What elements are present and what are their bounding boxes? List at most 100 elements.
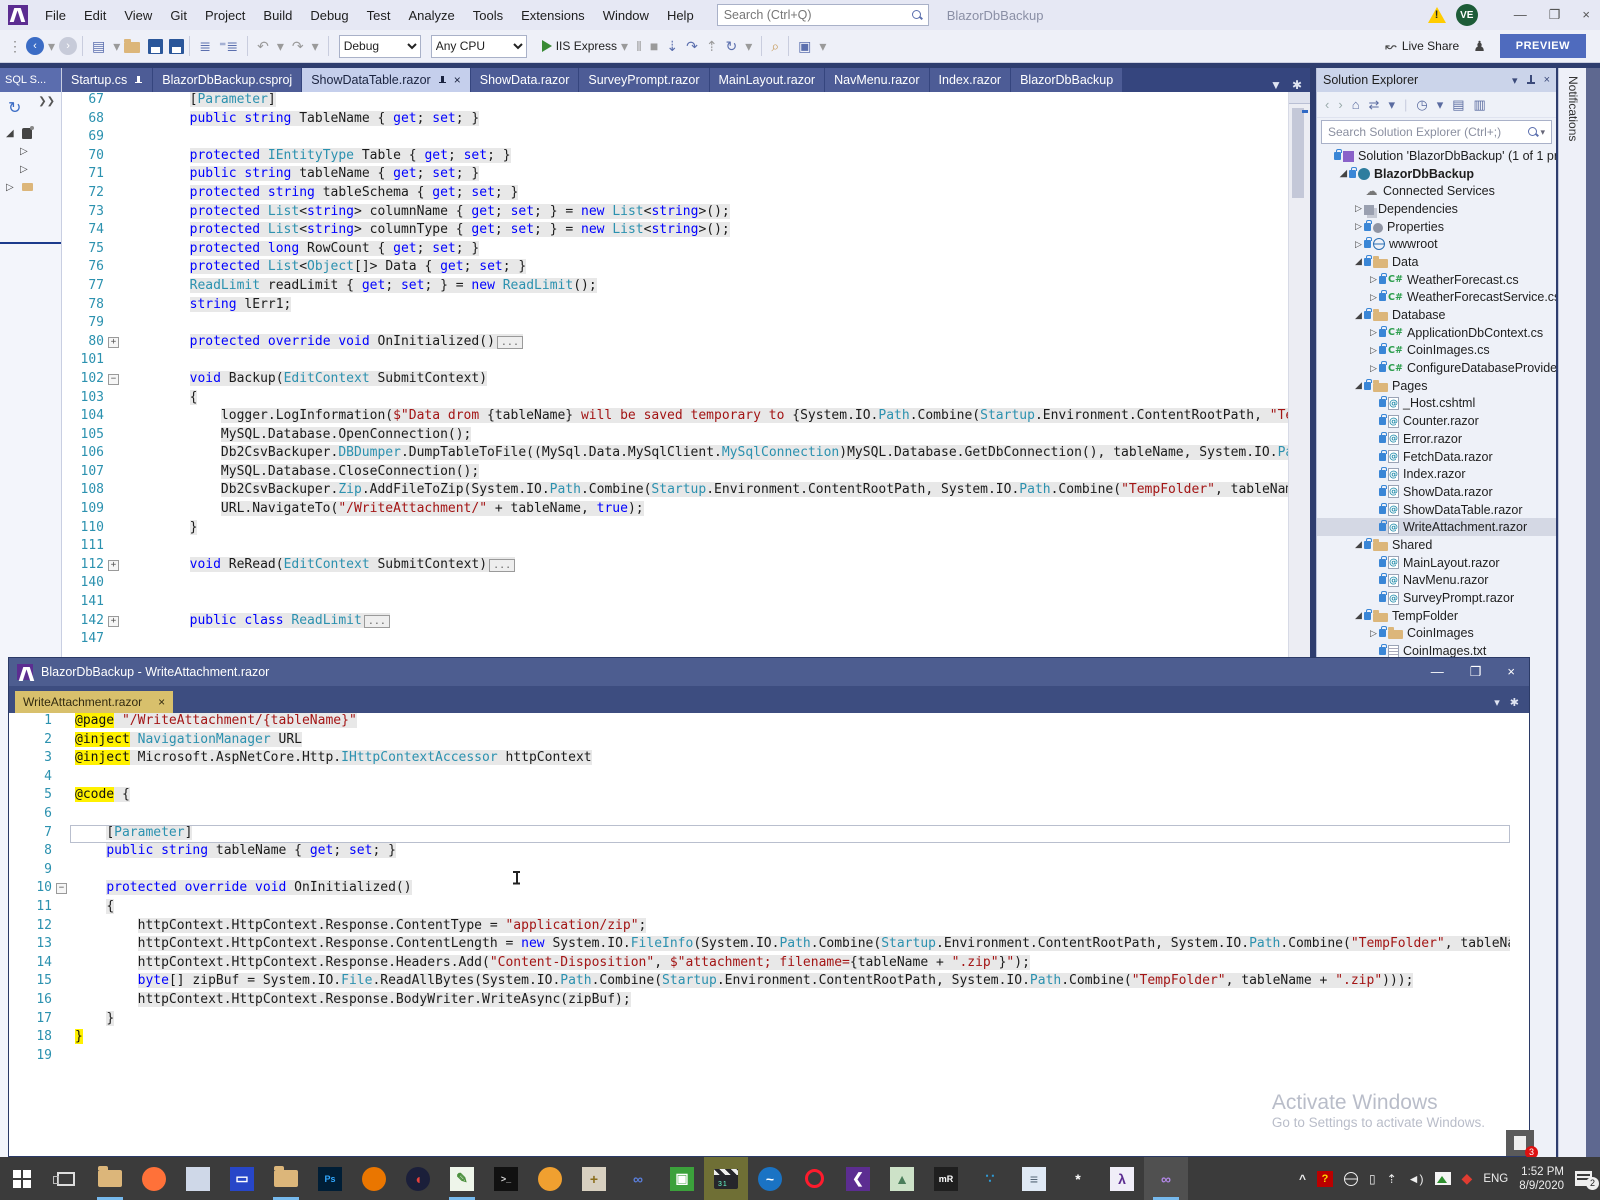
tab-pin-icon[interactable]	[134, 75, 143, 85]
fold-margin[interactable]	[108, 464, 122, 483]
tree-expander-icon[interactable]: ▷	[1353, 239, 1364, 250]
taskbar-cmd-icon[interactable]: >_	[484, 1157, 528, 1200]
back-dropdown[interactable]: ▾	[48, 38, 55, 55]
code-line-19[interactable]: 19	[10, 1048, 1510, 1067]
tree-expander-icon[interactable]: ▷	[1368, 274, 1379, 285]
tab-close-icon[interactable]: ×	[454, 73, 461, 87]
tree-item-mainlayout-razor[interactable]: @ MainLayout.razor	[1317, 554, 1556, 572]
taskbar-setup-installer-icon[interactable]: ▭	[220, 1157, 264, 1200]
scrollbar-thumb[interactable]	[1292, 108, 1304, 198]
undo-dropdown[interactable]: ▾	[277, 38, 284, 55]
code-line-9[interactable]: 9	[10, 862, 1510, 881]
taskbar-dotnet-icon[interactable]: ∞	[616, 1157, 660, 1200]
code-line-18[interactable]: 18}	[10, 1029, 1510, 1048]
se-collapse-all-icon[interactable]: ▤	[1452, 97, 1464, 113]
fold-margin[interactable]	[56, 862, 70, 881]
code-line-104[interactable]: 104 logger.LogInformation($"Data drom {t…	[62, 408, 1288, 427]
sql-tree-row[interactable]: ▷	[0, 142, 61, 160]
code-line-147[interactable]: 147	[62, 631, 1288, 650]
tree-expander-icon[interactable]: ▷	[1353, 221, 1364, 232]
fold-margin[interactable]	[108, 166, 122, 185]
editor-scrollbar[interactable]	[1288, 92, 1310, 657]
tree-item-blazordbbackup[interactable]: ◢ BlazorDbBackup	[1317, 165, 1556, 183]
redo-dropdown[interactable]: ▾	[312, 38, 319, 55]
code-line-15[interactable]: 15 byte[] zipBuf = System.IO.File.ReadAl…	[10, 973, 1510, 992]
indent-icon[interactable]: ⁼≣	[219, 38, 238, 55]
tree-item-connected-services[interactable]: ☁ Connected Services	[1317, 182, 1556, 200]
taskbar-folder-icon[interactable]	[264, 1157, 308, 1200]
code-line-141[interactable]: 141	[62, 594, 1288, 613]
fold-margin[interactable]	[108, 111, 122, 130]
taskbar-start-icon[interactable]	[0, 1157, 44, 1200]
taskbar-notepad2-icon[interactable]: ≡	[1012, 1157, 1056, 1200]
fold-margin[interactable]	[56, 1048, 70, 1067]
code-line-10[interactable]: 10− protected override void OnInitialize…	[10, 880, 1510, 899]
menu-help[interactable]: Help	[658, 4, 703, 27]
taskbar-opera-icon[interactable]	[792, 1157, 836, 1200]
tree-item-wwwroot[interactable]: ▷ wwwroot	[1317, 235, 1556, 253]
se-back-icon[interactable]: ‹	[1325, 97, 1329, 112]
taskbar-mremote-icon[interactable]: mR	[924, 1157, 968, 1200]
tree-item-solution-blazordbbackup-1-of-1-pr[interactable]: Solution 'BlazorDbBackup' (1 of 1 pr	[1317, 147, 1556, 165]
taskbar-cursor-tools-icon[interactable]: +	[572, 1157, 616, 1200]
redo-icon[interactable]: ↷	[292, 38, 304, 55]
menu-extensions[interactable]: Extensions	[512, 4, 594, 27]
code-line-108[interactable]: 108 Db2CsvBackuper.Zip.AddFileToZip(Syst…	[62, 482, 1288, 501]
tree-expander-icon[interactable]: ▷	[1368, 628, 1379, 639]
fold-margin[interactable]	[108, 148, 122, 167]
code-window-icon[interactable]: ▣	[798, 38, 811, 55]
fold-margin[interactable]	[108, 259, 122, 278]
fold-margin[interactable]	[108, 390, 122, 409]
tree-item-writeattachment-razor[interactable]: @ WriteAttachment.razor	[1317, 518, 1556, 537]
tree-item-database[interactable]: ◢ Database	[1317, 306, 1556, 324]
undo-icon[interactable]: ↶	[257, 38, 269, 55]
notification-badge-tray[interactable]: 3	[1506, 1130, 1538, 1159]
code-line-72[interactable]: 72 protected string tableSchema { get; s…	[62, 184, 1288, 204]
fold-margin[interactable]	[108, 594, 122, 613]
tab-surveyprompt-razor[interactable]: SurveyPrompt.razor	[579, 68, 709, 92]
fold-margin[interactable]	[108, 501, 122, 520]
tree-item-counter-razor[interactable]: @ Counter.razor	[1317, 412, 1556, 430]
taskbar-notepad-editor-icon[interactable]: ✎	[440, 1157, 484, 1200]
menu-analyze[interactable]: Analyze	[399, 4, 463, 27]
fold-margin[interactable]	[108, 445, 122, 464]
tray-language-label[interactable]: ENG	[1483, 1173, 1508, 1185]
fold-margin[interactable]	[108, 278, 122, 297]
fold-margin[interactable]	[108, 241, 122, 260]
menu-window[interactable]: Window	[594, 4, 658, 27]
code-line-79[interactable]: 79	[62, 315, 1288, 334]
window2-title-bar[interactable]: BlazorDbBackup - WriteAttachment.razor —…	[9, 658, 1529, 686]
w2-gear-icon[interactable]: ✱	[1510, 696, 1519, 709]
fold-margin[interactable]	[56, 973, 70, 992]
fold-margin[interactable]	[56, 732, 70, 751]
tree-item-shared[interactable]: ◢ Shared	[1317, 536, 1556, 554]
step-over-icon[interactable]: ↷	[686, 38, 698, 55]
tray-usb-icon[interactable]: ⇡	[1387, 1172, 1397, 1186]
menu-build[interactable]: Build	[254, 4, 301, 27]
fold-margin[interactable]	[56, 899, 70, 918]
taskbar-app-cube-icon[interactable]: ▣	[660, 1157, 704, 1200]
tray-network-globe-icon[interactable]	[1343, 1171, 1358, 1186]
fold-margin[interactable]	[56, 1011, 70, 1030]
tree-item-tempfolder[interactable]: ◢ TempFolder	[1317, 607, 1556, 625]
code-line-3[interactable]: 3 @inject Microsoft.AspNetCore.Http.IHttp…	[10, 750, 1510, 769]
code-line-17[interactable]: 17 }	[10, 1010, 1510, 1030]
find-in-files-icon[interactable]: ⌕	[771, 38, 779, 55]
tree-item-coinimages-cs[interactable]: ▷ C# CoinImages.cs	[1317, 342, 1556, 360]
taskbar-media-player-classic-icon[interactable]	[704, 1157, 748, 1200]
fold-margin[interactable]	[56, 1029, 70, 1048]
tab-navmenu-razor[interactable]: NavMenu.razor	[825, 68, 929, 92]
window2-maximize-button[interactable]: ❐	[1470, 664, 1482, 680]
minimize-button[interactable]: —	[1514, 7, 1527, 23]
restore-button[interactable]: ❐	[1549, 7, 1561, 23]
fold-margin[interactable]	[108, 185, 122, 204]
tree-item-configuredatabaseprovider-cs[interactable]: ▷ C# ConfigureDatabaseProvider.cs	[1317, 359, 1556, 377]
solution-platform-select[interactable]: Any CPU	[430, 34, 527, 58]
start-debug-icon[interactable]	[541, 40, 552, 52]
code-line-80[interactable]: 80 + protected override void OnInitialize…	[62, 333, 1288, 353]
fold-margin[interactable]	[108, 538, 122, 557]
tree-item-data[interactable]: ◢ Data	[1317, 253, 1556, 271]
close-button[interactable]: ×	[1582, 7, 1590, 23]
code-line-105[interactable]: 105 MySQL.Database.OpenConnection();	[62, 426, 1288, 446]
taskbar-vscode-icon[interactable]: ❮	[836, 1157, 880, 1200]
